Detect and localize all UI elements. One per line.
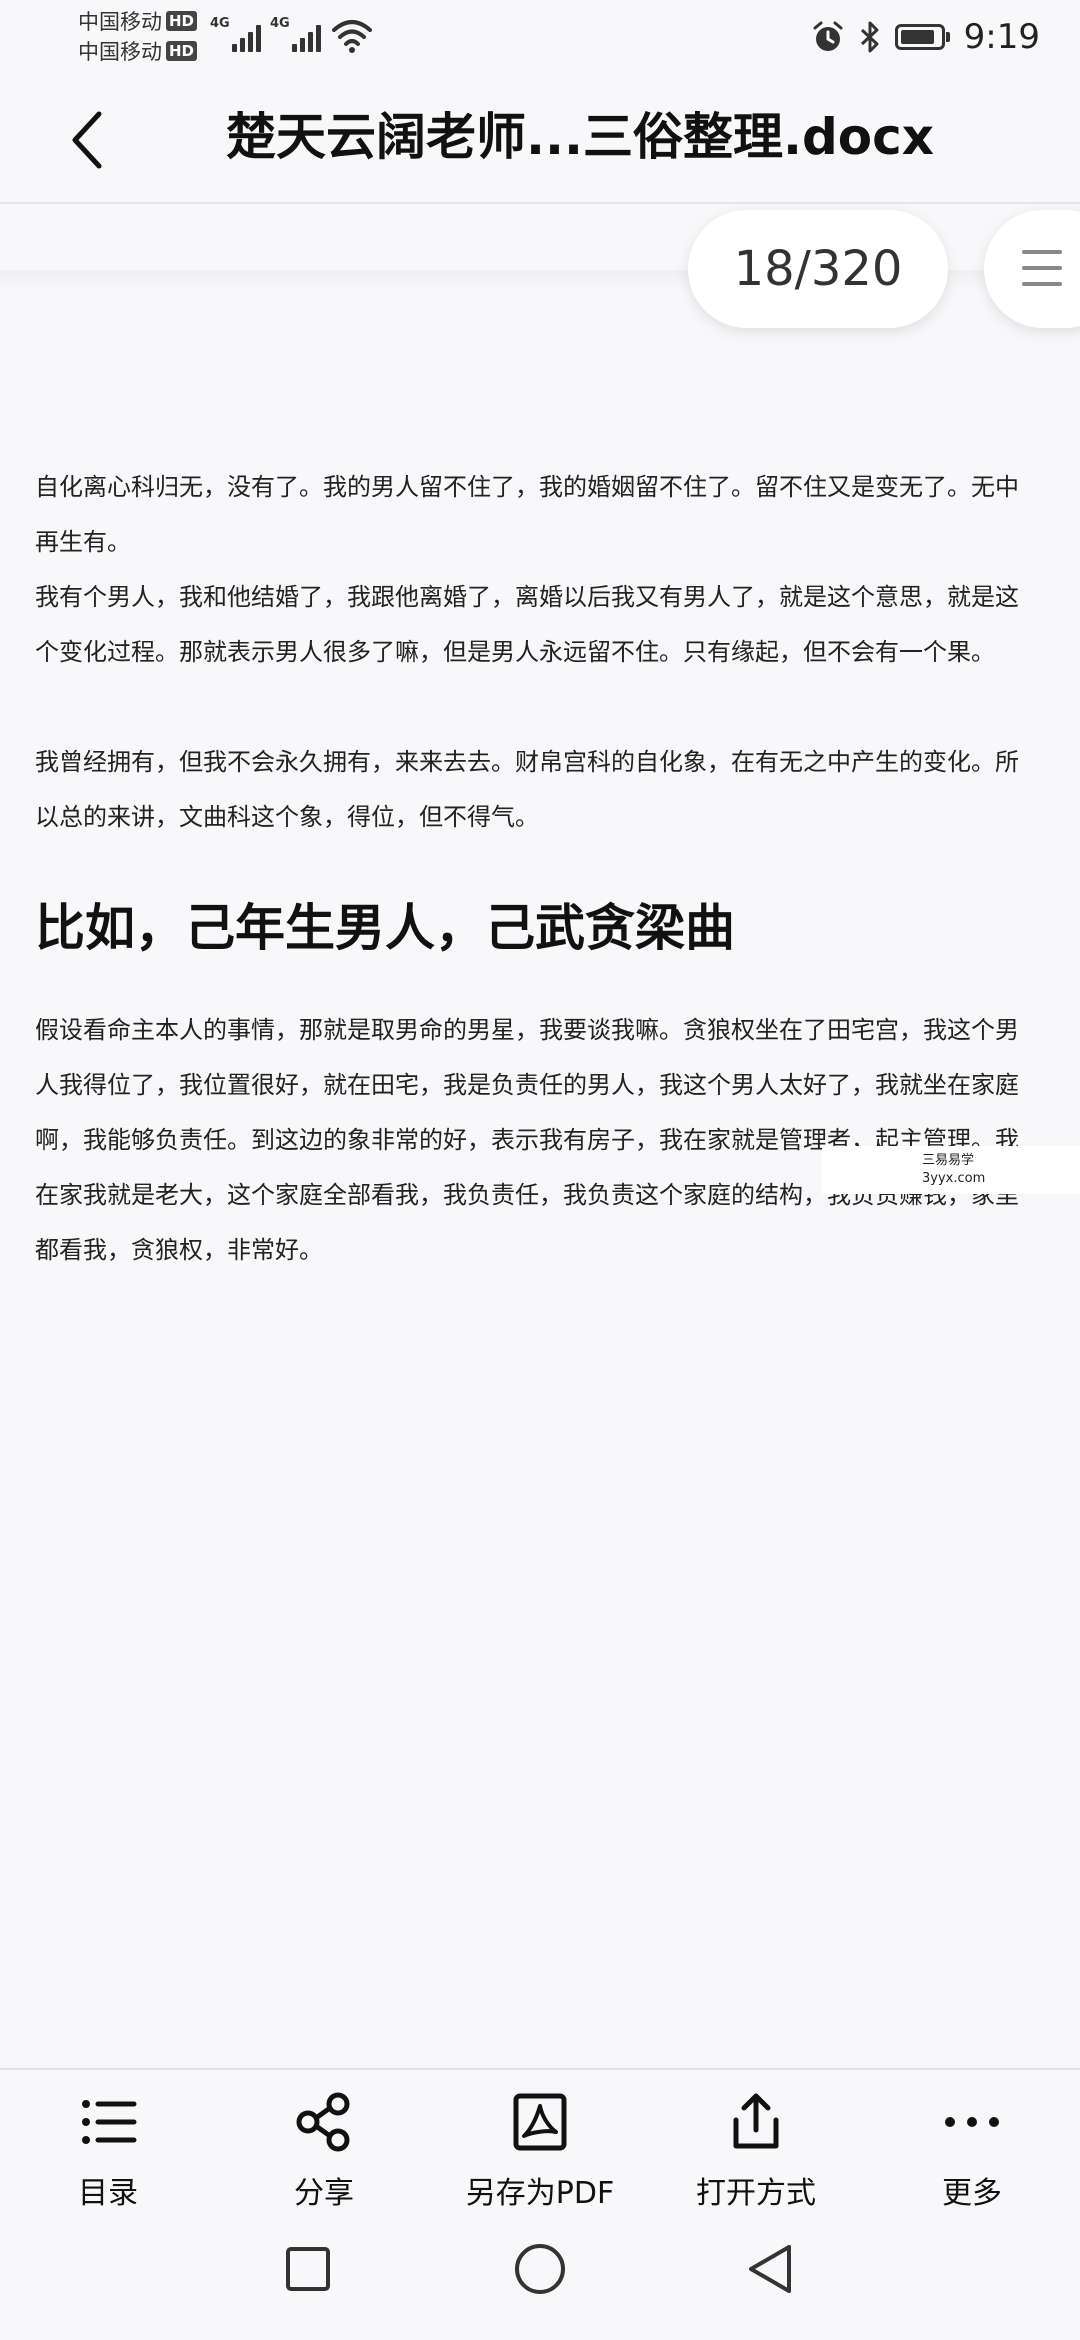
paragraph: 我有个男人，我和他结婚了，我跟他离婚了，离婚以后我又有男人了，就是这个意思，就是… (35, 583, 1019, 666)
chevron-left-icon (72, 111, 102, 169)
open-with-icon (733, 2093, 779, 2149)
watermark-line-1: 三易易学 (922, 1153, 975, 1168)
signal-2-icon: 4G (270, 16, 321, 52)
paragraph: 自化离心科归无，没有了。我的男人留不住了，我的婚姻留不住了。留不住又是变无了。无… (35, 473, 1019, 556)
watermark-line-2: 3yyx.com (922, 1171, 986, 1186)
signal-1-icon: 4G (210, 16, 261, 52)
open-with-button[interactable]: 打开方式 (648, 2070, 864, 2212)
system-nav-bar (0, 2210, 1080, 2340)
carrier-info: 中国移动 HD 中国移动 HD (78, 6, 198, 66)
more-icon (945, 2117, 999, 2127)
hd-badge: HD (166, 11, 198, 31)
carrier-name-1: 中国移动 (78, 10, 162, 34)
toc-button[interactable]: 目录 (0, 2070, 216, 2212)
save-as-pdf-button[interactable]: 另存为PDF (432, 2070, 648, 2212)
network-type-1: 4G (210, 16, 230, 31)
carrier-name-2: 中国移动 (78, 40, 162, 64)
share-button[interactable]: 分享 (216, 2070, 432, 2212)
app-header: 楚天云阔老师...三俗整理.docx (0, 72, 1080, 204)
section-heading: 比如，己年生男人，己武贪梁曲 (35, 899, 735, 957)
bottom-toolbar: 目录 分享 另存为PDF 打开方式 更多 (0, 2068, 1080, 2212)
pdf-icon (513, 2093, 567, 2151)
home-button[interactable] (505, 2234, 575, 2304)
paragraph: 假设看命主本人的事情，那就是取男命的男星，我要谈我嘛。贪狼权坐在了田宅宫，我这个… (35, 1016, 1019, 1264)
more-label: 更多 (942, 2176, 1002, 2211)
bluetooth-icon (860, 21, 879, 53)
battery-icon (894, 24, 950, 50)
recent-apps-icon (286, 2247, 330, 2291)
wifi-icon (332, 20, 372, 53)
outline-toggle-button[interactable] (984, 210, 1080, 328)
menu-icon (1022, 250, 1062, 298)
paragraph: 我曾经拥有，但我不会永久拥有，来来去去。财帛宫科的自化象，在有无之中产生的变化。… (35, 748, 1019, 831)
save-as-pdf-label: 另存为PDF (465, 2176, 615, 2211)
toc-label: 目录 (78, 2176, 138, 2211)
list-icon (82, 2100, 137, 2144)
home-icon (515, 2244, 565, 2294)
page-indicator[interactable]: 18/320 (688, 210, 948, 328)
hd-badge: HD (166, 41, 198, 61)
status-bar: 中国移动 HD 中国移动 HD 4G 4G 9:19 (0, 0, 1080, 72)
more-button[interactable]: 更多 (864, 2070, 1080, 2212)
page-title: 楚天云阔老师...三俗整理.docx (225, 108, 934, 166)
back-button[interactable] (52, 100, 122, 180)
back-nav-icon (749, 2245, 791, 2293)
alarm-icon (813, 21, 843, 51)
back-nav-button[interactable] (735, 2234, 805, 2304)
watermark: 三易易学 3yyx.com (822, 1146, 1080, 1194)
clock: 9:19 (963, 17, 1040, 57)
share-icon (296, 2092, 350, 2152)
open-with-label: 打开方式 (696, 2176, 816, 2211)
network-type-2: 4G (270, 16, 290, 31)
recent-apps-button[interactable] (273, 2234, 343, 2304)
share-label: 分享 (294, 2176, 354, 2211)
